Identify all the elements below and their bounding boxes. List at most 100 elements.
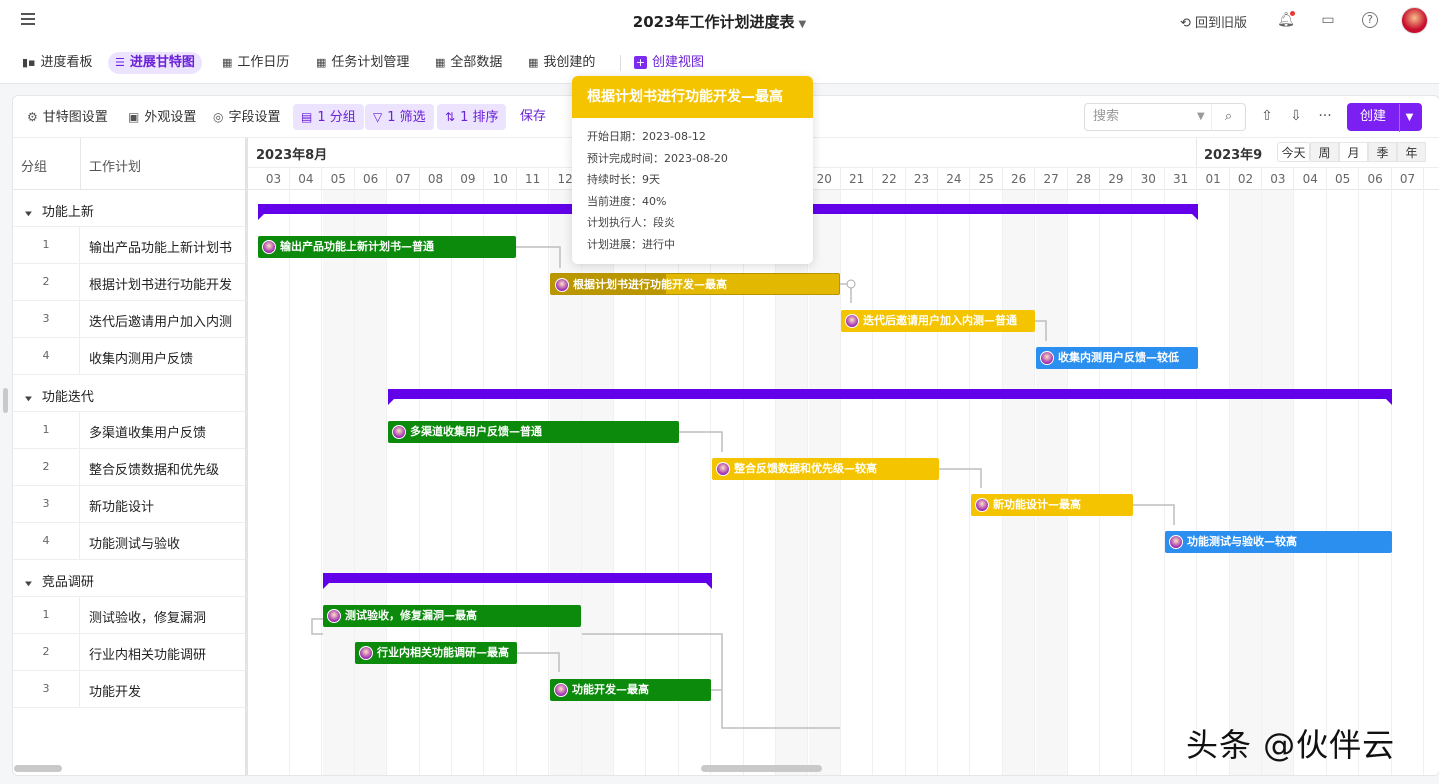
row-index: 1: [13, 597, 80, 633]
task-row[interactable]: 1 多渠道收集用户反馈: [13, 412, 246, 449]
tab-created-by-me[interactable]: ▦ 我创建的: [521, 52, 602, 74]
task-row[interactable]: 2 整合反馈数据和优先级: [13, 449, 246, 486]
row-index: 3: [13, 301, 80, 337]
assignee-avatar: [555, 278, 569, 292]
gantt-settings-icon: ⚙: [27, 110, 38, 124]
task-bar[interactable]: 迭代后邀请用户加入内测—普通: [841, 310, 1035, 332]
task-bar[interactable]: 功能开发—最高: [550, 679, 711, 701]
more-icon[interactable]: ···: [1315, 106, 1335, 126]
tab-progress-board[interactable]: ▮▪ 进度看板: [15, 52, 100, 74]
help-icon[interactable]: ?: [1362, 12, 1378, 28]
create-view-button[interactable]: + 创建视图: [627, 52, 711, 74]
inbox-icon[interactable]: ▭: [1318, 10, 1338, 30]
tooltip-row: 持续时长：9天: [587, 173, 660, 186]
top-bar: 2023年工作计划进度表 ▼ ⟲ 回到旧版 🔔︎ ▭ ?: [0, 0, 1439, 42]
group-summary-bar[interactable]: [388, 389, 1392, 405]
row-index: 2: [13, 449, 80, 485]
row-index: 4: [13, 523, 80, 559]
group-row[interactable]: ▼ 竞品调研: [13, 560, 246, 597]
assignee-avatar: [359, 646, 373, 660]
task-name: 根据计划书进行功能开发: [89, 278, 233, 293]
search-icon[interactable]: ⌕: [1211, 104, 1245, 130]
task-bar[interactable]: 新功能设计—最高: [971, 494, 1133, 516]
task-bar[interactable]: 多渠道收集用户反馈—普通: [388, 421, 679, 443]
save-button[interactable]: 保存: [512, 104, 554, 130]
gantt-settings-button[interactable]: ⚙ 甘特图设置: [19, 104, 116, 130]
task-bar[interactable]: 整合反馈数据和优先级—较高: [712, 458, 939, 480]
task-row[interactable]: 2 根据计划书进行功能开发: [13, 264, 246, 301]
group-row[interactable]: ▼ 功能迭代: [13, 375, 246, 412]
upload-icon[interactable]: ⇧: [1257, 106, 1277, 126]
task-bar[interactable]: 收集内测用户反馈—较低: [1036, 347, 1198, 369]
field-settings-button[interactable]: ◎ 字段设置: [205, 104, 289, 130]
task-name: 新功能设计: [89, 500, 155, 515]
task-row[interactable]: 3 新功能设计: [13, 486, 246, 523]
task-row[interactable]: 1 输出产品功能上新计划书: [13, 227, 246, 264]
task-name: 行业内相关功能调研: [89, 648, 207, 663]
grid-icon: ▦: [528, 56, 539, 69]
group-icon: ▤: [301, 110, 313, 124]
back-to-old-version-button[interactable]: ⟲ 回到旧版: [1180, 12, 1247, 31]
chevron-down-icon[interactable]: ▼: [25, 211, 32, 218]
appearance-settings-button[interactable]: ▣ 外观设置: [120, 104, 204, 130]
board-icon: ▮▪: [22, 56, 36, 69]
task-name: 功能测试与验收: [89, 537, 181, 552]
vertical-scrollbar[interactable]: [3, 388, 8, 413]
filter-button[interactable]: ▽ 1 筛选: [365, 104, 434, 130]
tab-divider: [620, 55, 621, 71]
horizontal-scrollbar-gantt[interactable]: [701, 765, 822, 772]
chevron-down-icon[interactable]: ▼: [25, 396, 32, 403]
tab-gantt[interactable]: ☰ 进展甘特图: [108, 52, 202, 74]
group-button[interactable]: ▤ 1 分组: [293, 104, 364, 130]
task-row[interactable]: 2 行业内相关功能调研: [13, 634, 246, 671]
notification-dot: [1290, 11, 1295, 16]
assignee-avatar: [262, 240, 276, 254]
plus-icon: +: [634, 56, 647, 69]
tab-calendar[interactable]: ▦ 工作日历: [215, 52, 296, 74]
tab-all-data[interactable]: ▦ 全部数据: [428, 52, 509, 74]
task-name: 迭代后邀请用户加入内测: [89, 315, 233, 330]
chevron-down-icon[interactable]: ▼: [1399, 104, 1419, 132]
user-avatar[interactable]: [1401, 7, 1428, 34]
create-button[interactable]: 创建 ▼: [1347, 103, 1422, 132]
plan-column-header: 工作计划: [89, 160, 142, 175]
task-list-header: 分组 工作计划: [13, 138, 246, 190]
task-name: 测试验收，修复漏洞: [89, 611, 207, 626]
group-summary-bar[interactable]: [323, 573, 712, 589]
task-name: 多渠道收集用户反馈: [89, 426, 207, 441]
tooltip-row: 计划执行人：段炎: [587, 216, 675, 229]
tooltip-title: 根据计划书进行功能开发—最高: [572, 76, 813, 118]
row-index: 1: [13, 412, 80, 448]
task-name: 整合反馈数据和优先级: [89, 463, 220, 478]
row-index: 4: [13, 338, 80, 374]
tooltip-row: 预计完成时间：2023-08-20: [587, 151, 728, 165]
tab-task-management[interactable]: ▦ 任务计划管理: [309, 52, 416, 74]
task-row[interactable]: 4 收集内测用户反馈: [13, 338, 246, 375]
chevron-down-icon[interactable]: ▼: [25, 581, 32, 588]
calendar-icon: ▦: [222, 56, 233, 69]
task-bar[interactable]: 测试验收，修复漏洞—最高: [323, 605, 581, 627]
gantt-icon: ☰: [115, 56, 125, 69]
task-bar[interactable]: 输出产品功能上新计划书—普通: [258, 236, 516, 258]
sort-button[interactable]: ⇅ 1 排序: [437, 104, 507, 130]
horizontal-scrollbar-left[interactable]: [14, 765, 62, 772]
search-input[interactable]: 搜索 ▼ ⌕: [1084, 103, 1246, 131]
table-icon: ▦: [316, 56, 327, 69]
task-row[interactable]: 3 功能开发: [13, 671, 246, 708]
refresh-icon: ⟲: [1180, 16, 1196, 31]
group-row[interactable]: ▼ 功能上新: [13, 190, 246, 227]
appearance-icon: ▣: [128, 110, 140, 124]
chevron-down-icon[interactable]: ▼: [1197, 104, 1205, 130]
task-bar[interactable]: 根据计划书进行功能开发—最高: [550, 273, 840, 295]
chevron-down-icon[interactable]: ▼: [799, 19, 807, 30]
field-icon: ◎: [213, 110, 224, 124]
task-row[interactable]: 1 测试验收，修复漏洞: [13, 597, 246, 634]
download-icon[interactable]: ⇩: [1286, 106, 1306, 126]
task-bar[interactable]: 行业内相关功能调研—最高: [355, 642, 517, 664]
task-row[interactable]: 4 功能测试与验收: [13, 523, 246, 560]
task-row[interactable]: 3 迭代后邀请用户加入内测: [13, 301, 246, 338]
task-name: 收集内测用户反馈: [89, 352, 194, 367]
grid-icon: ▦: [435, 56, 446, 69]
gantt-chart: 2023年8月 2023年9 今天 周月季年 03 04 05 06 07 08 09 10 1…: [248, 138, 1439, 775]
task-bar[interactable]: 功能测试与验收—较高: [1165, 531, 1392, 553]
